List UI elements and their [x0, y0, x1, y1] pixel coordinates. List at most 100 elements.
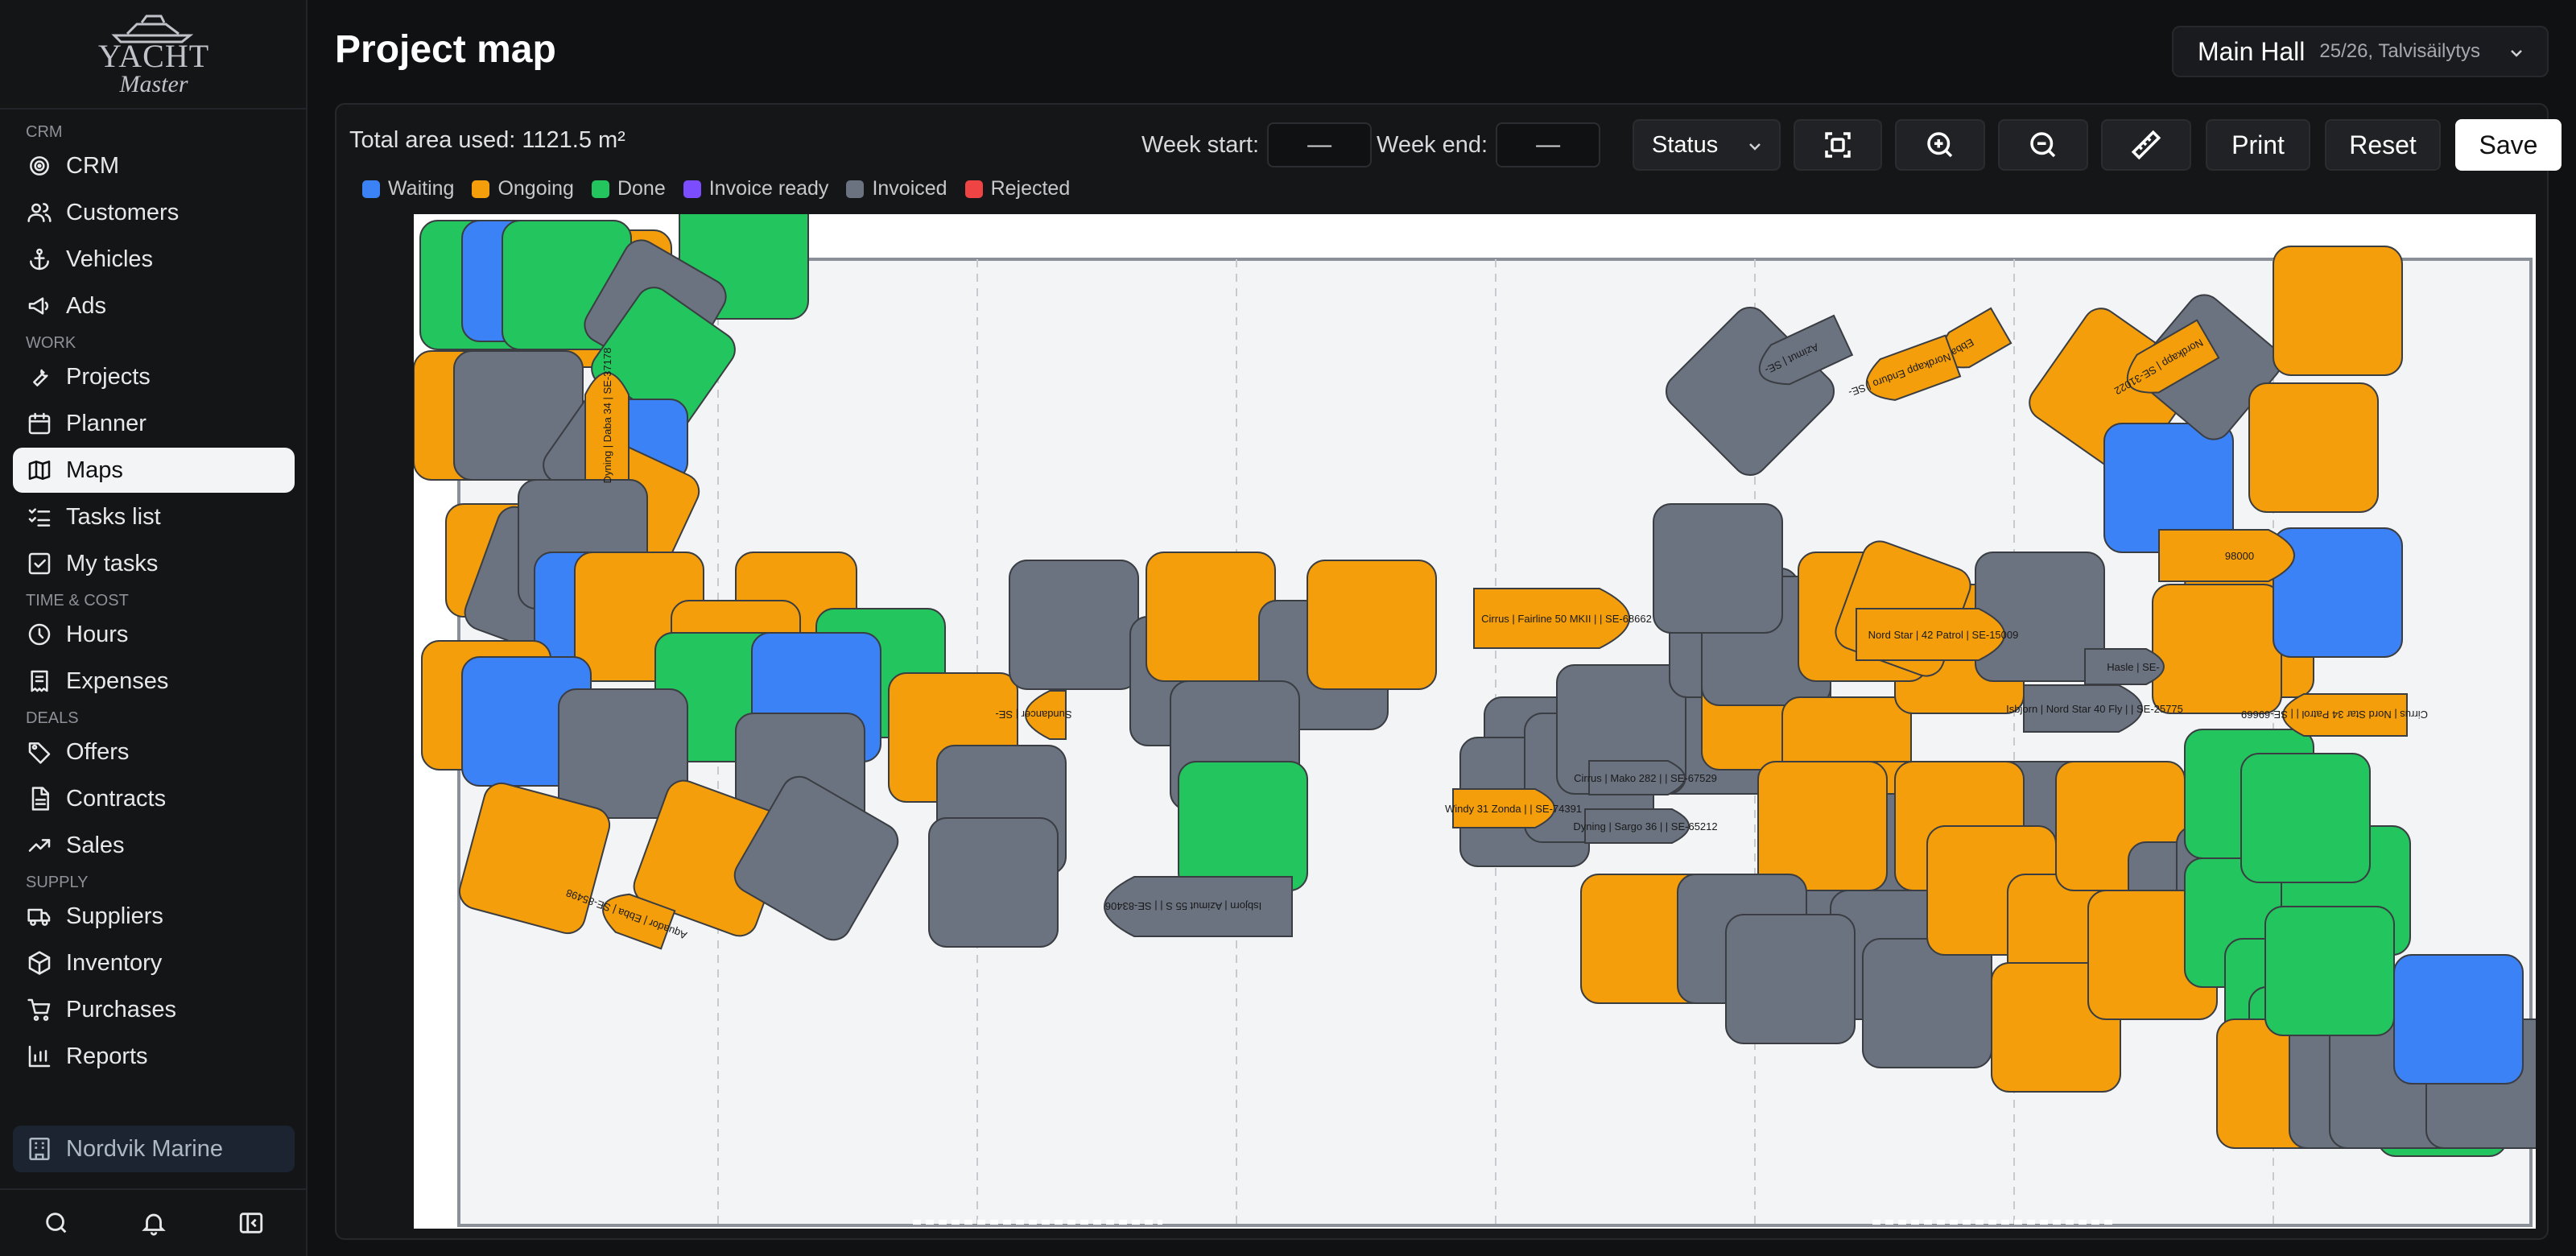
boat-slot[interactable]: [2393, 954, 2524, 1085]
square-check-icon: [26, 550, 53, 577]
boat-slot[interactable]: [1725, 914, 1856, 1044]
page-title: Project map: [335, 28, 556, 71]
sidebar-item-suppliers[interactable]: Suppliers: [13, 894, 295, 939]
legend-item-invoice-ready[interactable]: Invoice ready: [683, 177, 829, 200]
sidebar-item-label: Tasks list: [66, 503, 161, 530]
users-icon: [26, 199, 53, 226]
print-button[interactable]: Print: [2206, 119, 2310, 171]
week-end-group: Week end: —: [1377, 119, 1601, 171]
main-area: Project map Main Hall 25/26, Talvisäilyt…: [308, 0, 2576, 1256]
trending-up-icon: [26, 832, 53, 859]
boat-hull[interactable]: 98000: [2158, 529, 2295, 582]
fit-to-screen-button[interactable]: [1794, 119, 1882, 171]
sidebar-item-crm[interactable]: CRM: [13, 143, 295, 188]
sidebar-footer: [0, 1188, 308, 1256]
yacht-master-logo[interactable]: YACHT Master: [0, 0, 308, 109]
boat-hull[interactable]: Isbjorn | Azimut 55 S | | SE-83406: [1104, 876, 1293, 937]
boat-slot[interactable]: [1757, 761, 1888, 891]
boat-label: Cirrus | Fairline 50 MKII | | SE-68662: [1481, 613, 1652, 625]
boat-label: Windy 31 Zonda | | SE-74391: [1445, 803, 1582, 815]
legend-label: Waiting: [388, 177, 455, 200]
boat-label: Dyning | Sargo 36 | | SE-65212: [1573, 820, 1717, 833]
nav-section-title: CRM: [26, 123, 63, 141]
boat-slot[interactable]: [2264, 906, 2395, 1036]
sidebar-item-hours[interactable]: Hours: [13, 612, 295, 657]
sidebar-item-label: Suppliers: [66, 903, 163, 929]
legend-item-ongoing[interactable]: Ongoing: [472, 177, 574, 200]
week-start-input[interactable]: —: [1267, 122, 1373, 167]
boat-label: Isbjorn | Azimut 55 S | | SE-83406: [1105, 900, 1261, 912]
boat-slot[interactable]: [2248, 382, 2379, 513]
boat-slot[interactable]: [1178, 761, 1308, 891]
sidebar-item-reports[interactable]: Reports: [13, 1034, 295, 1079]
nav-section-title: DEALS: [26, 709, 79, 727]
legend-item-done[interactable]: Done: [591, 177, 666, 200]
chevron-down-icon: [1749, 143, 1761, 151]
week-end-label: Week end:: [1377, 131, 1488, 158]
zoom-in-icon: [1927, 132, 1953, 158]
hall-selector[interactable]: Main Hall 25/26, Talvisäilytys: [2172, 26, 2549, 77]
fit-screen-icon: [1825, 132, 1851, 158]
legend-item-rejected[interactable]: Rejected: [964, 177, 1070, 200]
week-end-input[interactable]: —: [1496, 122, 1601, 167]
sidebar-item-offers[interactable]: Offers: [13, 729, 295, 775]
sidebar-item-vehicles[interactable]: Vehicles: [13, 237, 295, 282]
measure-button[interactable]: [2101, 119, 2191, 171]
boat-slot[interactable]: [1009, 560, 1139, 690]
legend-label: Done: [617, 177, 666, 200]
sidebar-item-my-tasks[interactable]: My tasks: [13, 541, 295, 586]
legend-label: Invoice ready: [708, 177, 829, 200]
hall-name: Main Hall: [2198, 36, 2306, 66]
sidebar-item-ads[interactable]: Ads: [13, 283, 295, 328]
sidebar-item-label: Projects: [66, 363, 151, 390]
boat-slot[interactable]: [1653, 503, 1783, 634]
sidebar-item-inventory[interactable]: Inventory: [13, 940, 295, 985]
map-icon: [26, 457, 53, 484]
sidebar-item-contracts[interactable]: Contracts: [13, 776, 295, 821]
collapse-sidebar-icon[interactable]: [237, 1209, 265, 1237]
status-filter-select[interactable]: Status: [1633, 119, 1781, 171]
reset-button[interactable]: Reset: [2325, 119, 2441, 171]
boat-slot[interactable]: [2273, 246, 2403, 376]
hall-map-svg[interactable]: Dyning | Daba 34 | SE-37178 Cirrus | Fair…: [414, 214, 2536, 1229]
legend-item-invoiced[interactable]: Invoiced: [846, 177, 947, 200]
hall-map-canvas[interactable]: Dyning | Daba 34 | SE-37178 Cirrus | Fair…: [414, 214, 2536, 1229]
sidebar-item-label: Purchases: [66, 996, 177, 1023]
save-button[interactable]: Save: [2455, 119, 2562, 171]
boat-slot[interactable]: [1146, 552, 1276, 682]
week-start-label: Week start:: [1141, 131, 1260, 158]
zoom-in-button[interactable]: [1895, 119, 1985, 171]
search-icon[interactable]: [43, 1209, 70, 1237]
boat-slot[interactable]: [928, 817, 1059, 948]
boat-slot[interactable]: [1307, 560, 1437, 690]
sidebar-item-label: Maps: [66, 457, 123, 483]
sidebar-item-expenses[interactable]: Expenses: [13, 659, 295, 704]
logo-text: YACHT: [97, 38, 210, 74]
zoom-out-button[interactable]: [1998, 119, 2088, 171]
zoom-out-icon: [2030, 132, 2056, 158]
sidebar-item-label: My tasks: [66, 550, 159, 576]
boat-hull[interactable]: Hasle | SE-: [2084, 648, 2165, 685]
hall-season: 25/26, Talvisäilytys: [2319, 40, 2481, 62]
wrench-icon: [26, 363, 53, 390]
sidebar-item-purchases[interactable]: Purchases: [13, 987, 295, 1032]
boat-label: Isbjorn | Nord Star 40 Fly | | SE-25775: [2006, 703, 2183, 715]
boat-slot[interactable]: [2240, 753, 2371, 883]
org-switcher[interactable]: Nordvik Marine: [13, 1126, 295, 1172]
sidebar-item-maps[interactable]: Maps: [13, 448, 295, 493]
boat-label: Nord Star | 42 Patrol | SE-15009: [1868, 629, 2019, 641]
sidebar-item-label: Expenses: [66, 667, 169, 694]
sidebar-item-tasks-list[interactable]: Tasks list: [13, 494, 295, 539]
sidebar-item-planner[interactable]: Planner: [13, 401, 295, 446]
boat-slot[interactable]: [2152, 584, 2282, 714]
legend-swatch: [964, 180, 983, 198]
bell-icon[interactable]: [140, 1209, 167, 1237]
legend-swatch: [683, 180, 701, 198]
list-checks-icon: [26, 503, 53, 531]
sidebar-item-projects[interactable]: Projects: [13, 354, 295, 399]
boat-slot[interactable]: [1862, 938, 1992, 1068]
legend-label: Invoiced: [872, 177, 947, 200]
legend-item-waiting[interactable]: Waiting: [362, 177, 454, 200]
sidebar-item-customers[interactable]: Customers: [13, 190, 295, 235]
sidebar-item-sales[interactable]: Sales: [13, 823, 295, 868]
